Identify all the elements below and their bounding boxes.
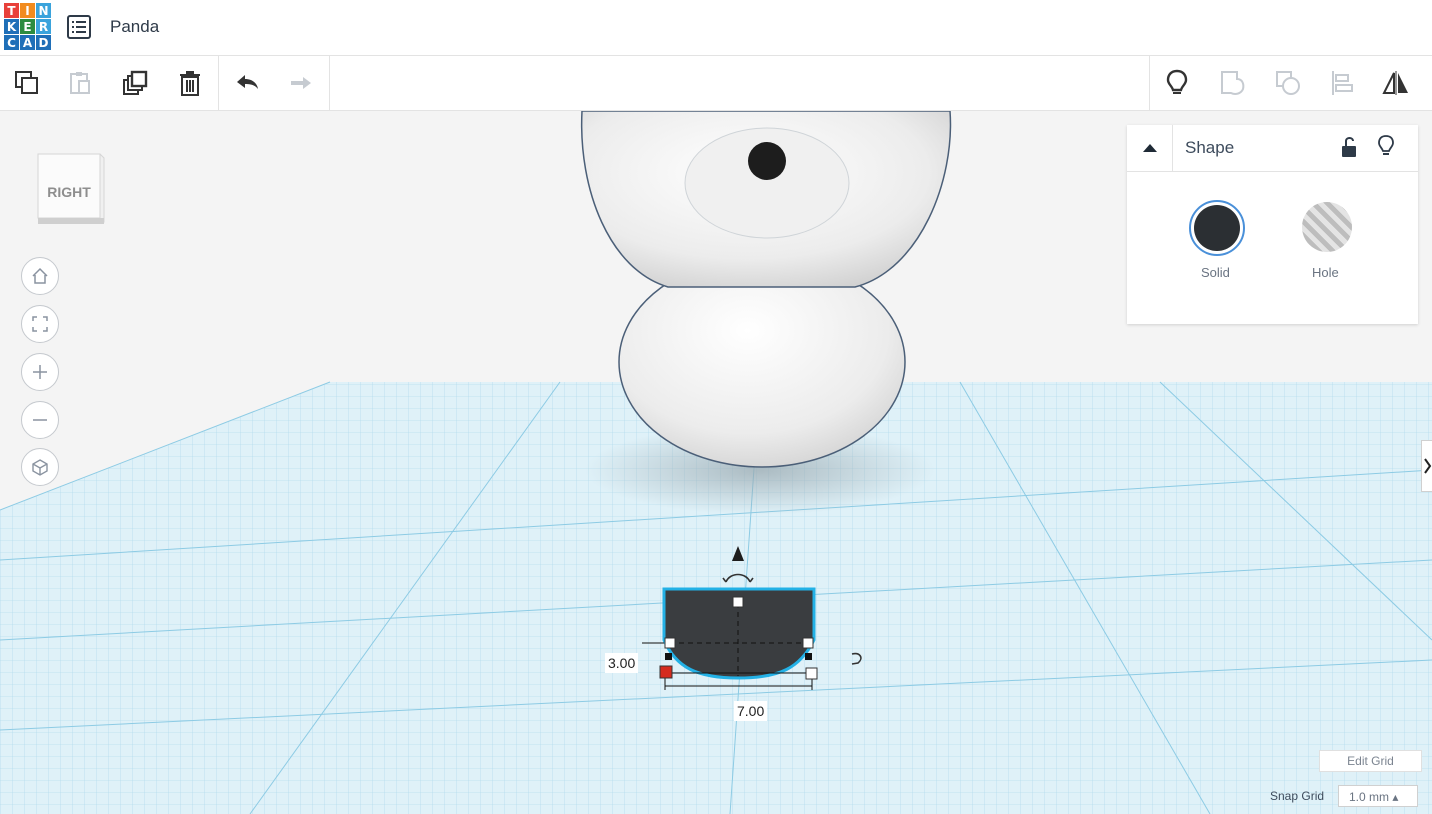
zoom-out-icon[interactable] (21, 401, 59, 439)
snap-grid-label: Snap Grid (1270, 789, 1325, 803)
edit-grid-button[interactable]: Edit Grid (1319, 750, 1422, 772)
align-icon[interactable] (1326, 67, 1358, 99)
resize-handle (732, 596, 744, 608)
unlock-icon[interactable] (1338, 135, 1360, 164)
view-cube[interactable]: RIGHT (34, 148, 106, 228)
view-cube-label: RIGHT (47, 184, 91, 200)
resize-handle-active (659, 665, 673, 679)
duplicate-icon[interactable] (120, 67, 152, 99)
group-icon[interactable] (1217, 67, 1249, 99)
inspector-lightbulb-icon[interactable] (1376, 134, 1396, 163)
logo-letter: R (36, 19, 51, 34)
tinkercad-logo[interactable]: T I N K E R C A D (4, 3, 52, 51)
logo-letter: K (4, 19, 19, 34)
undo-icon[interactable] (231, 67, 263, 99)
shapes-panel-toggle[interactable] (1421, 440, 1432, 492)
inspector-header: Shape (1127, 125, 1418, 172)
logo-letter: A (20, 35, 35, 50)
inspector-title: Shape (1185, 138, 1235, 157)
mirror-icon[interactable] (1380, 67, 1412, 99)
logo-letter: D (36, 35, 51, 50)
width-dimension[interactable]: 7.00 (734, 701, 768, 721)
logo-letter: T (4, 3, 19, 18)
logo-letter: C (4, 35, 19, 50)
hole-option[interactable] (1302, 202, 1352, 252)
panda-body (618, 256, 906, 468)
collapse-icon[interactable] (1141, 139, 1159, 162)
toolbar (0, 56, 1432, 111)
fit-view-icon[interactable] (21, 305, 59, 343)
resize-handle (805, 667, 818, 680)
redo-icon[interactable] (285, 67, 317, 99)
ortho-view-icon[interactable] (21, 448, 59, 486)
resize-handle (664, 637, 676, 649)
solid-label: Solid (1201, 265, 1230, 280)
design-menu-icon[interactable] (66, 14, 92, 40)
logo-letter: N (36, 3, 51, 18)
home-view-icon[interactable] (21, 257, 59, 295)
panda-pupil (748, 142, 786, 180)
logo-letter: I (20, 3, 35, 18)
paste-icon[interactable] (64, 67, 96, 99)
ungroup-icon[interactable] (1272, 67, 1304, 99)
hole-label: Hole (1312, 265, 1339, 280)
snap-grid-select[interactable]: 1.0 mm ▴ (1338, 785, 1418, 807)
solid-option[interactable] (1189, 200, 1245, 256)
copy-icon[interactable] (11, 67, 43, 99)
zoom-in-icon[interactable] (21, 353, 59, 391)
solid-swatch (1194, 205, 1240, 251)
top-bar: T I N K E R C A D Panda (0, 0, 1432, 56)
height-dimension[interactable]: 3.00 (605, 653, 639, 673)
project-title[interactable]: Panda (110, 17, 159, 37)
logo-letter: E (20, 19, 35, 34)
resize-handle (802, 637, 814, 649)
delete-icon[interactable] (174, 67, 206, 99)
shape-inspector: Shape Solid Hole (1127, 125, 1418, 324)
lightbulb-icon[interactable] (1161, 67, 1193, 99)
